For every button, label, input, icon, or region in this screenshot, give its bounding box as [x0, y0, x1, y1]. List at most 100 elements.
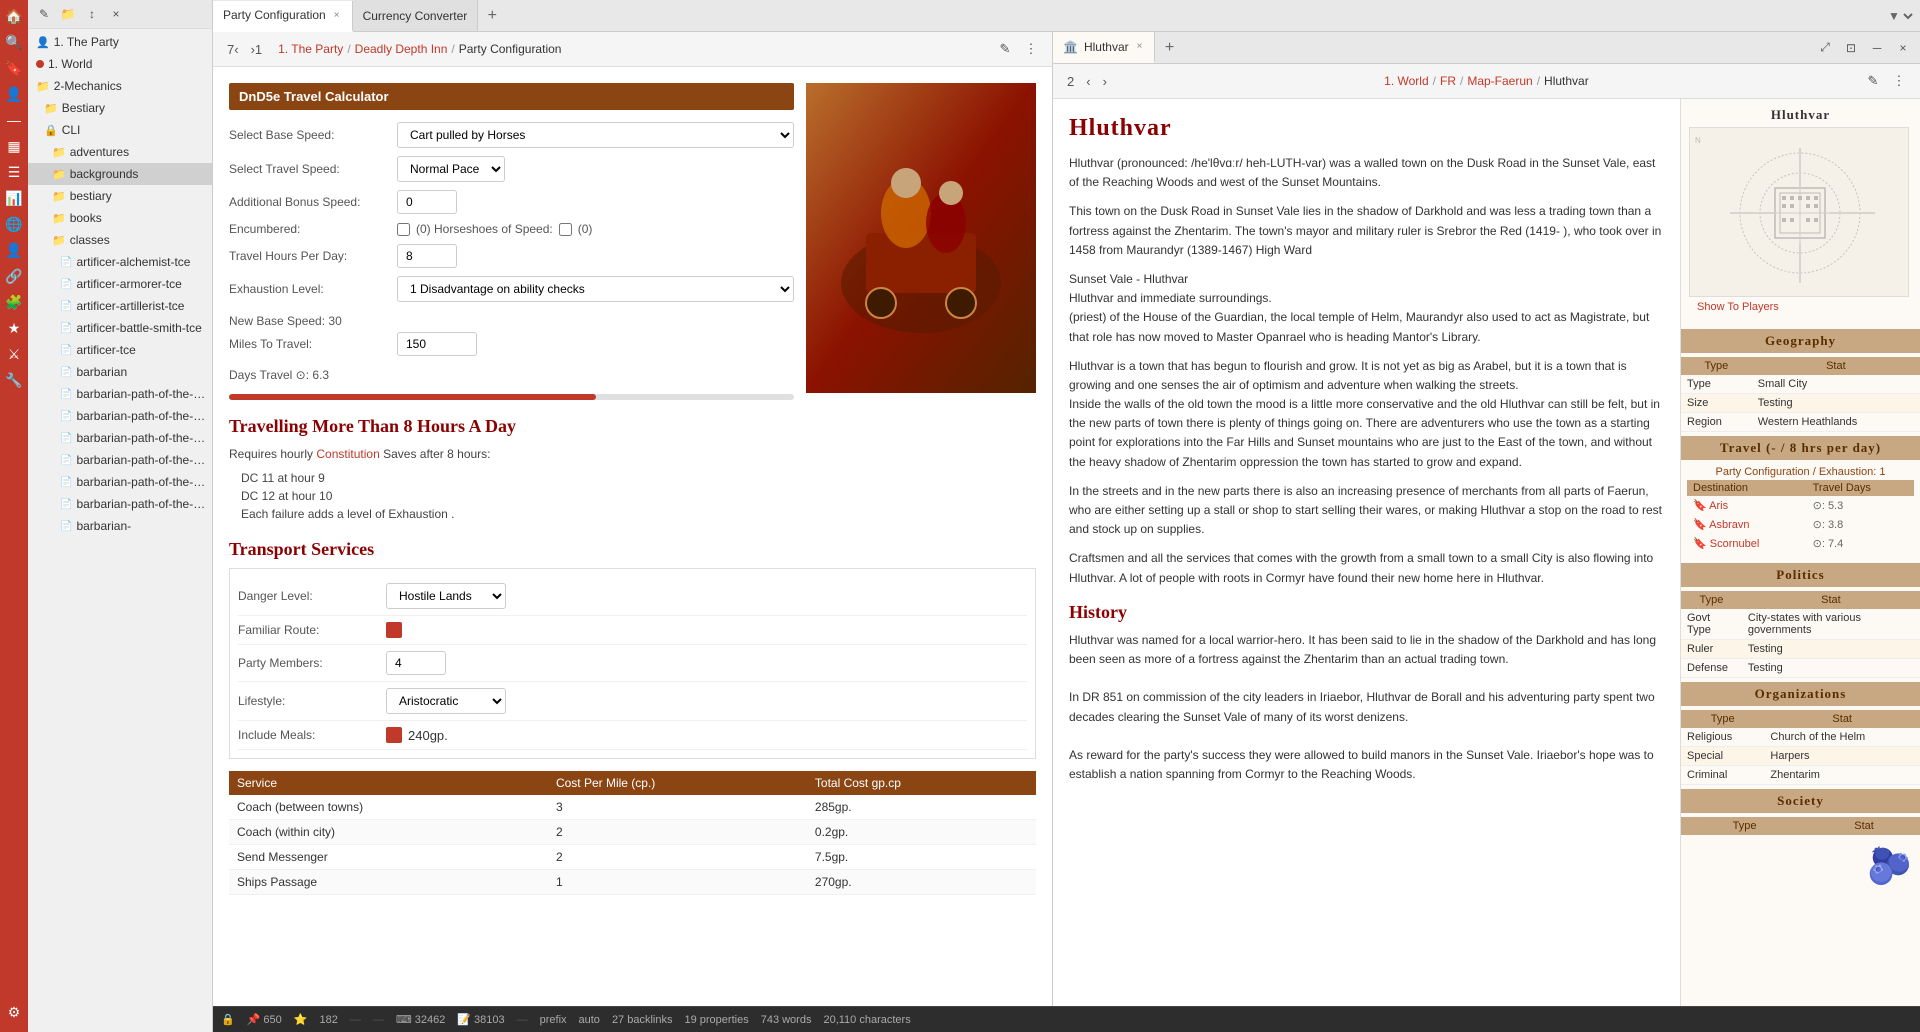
exhaustion-select[interactable]: 0 None1 Disadvantage on ability checks2 … [397, 276, 794, 302]
cost-per-mile: 1 [548, 870, 807, 895]
org-stat: Church of the Helm [1764, 728, 1920, 747]
sidebar-item-artificer-battle-smith[interactable]: 📄 artificer-battle-smith-tce [28, 317, 212, 339]
tab-add-button[interactable]: + [478, 2, 506, 30]
sidebar-item-label: bestiary [70, 189, 112, 203]
sidebar-close[interactable]: × [106, 4, 126, 24]
icon-bar-users[interactable]: 👤 [2, 82, 26, 106]
danger-level-select[interactable]: Safe LandsRisky LandsHostile Lands [386, 583, 506, 609]
include-meals-value: 240gp. [408, 728, 448, 743]
icon-bar-puzzle[interactable]: 🧩 [2, 290, 26, 314]
right-tab-add[interactable]: + [1155, 39, 1183, 57]
sidebar-item-barbarian-path-beast[interactable]: 📄 barbarian-path-of-the-beast-tce [28, 405, 212, 427]
sidebar-item-barbarian-path-storm[interactable]: 📄 barbarian-path-of-the-storm-herald-xge [28, 449, 212, 471]
sidebar-item-artificer-alchemist[interactable]: 📄 artificer-alchemist-tce [28, 251, 212, 273]
icon-bar-person[interactable]: 👤 [2, 238, 26, 262]
sidebar-item-barbarian-path-totem[interactable]: 📄 barbarian-path-of-the-totem-warrior [28, 471, 212, 493]
exhaustion-item-3: Each failure adds a level of Exhaustion … [229, 505, 1036, 523]
sidebar-new-folder[interactable]: 📁 [58, 4, 78, 24]
right-more-icon[interactable]: ⋮ [1888, 70, 1910, 92]
right-nav-forward[interactable]: › [1099, 72, 1111, 91]
breadcrumb-link-fr[interactable]: FR [1440, 74, 1456, 88]
include-meals-checkbox[interactable] [386, 727, 402, 743]
sidebar-item-artificer-tce[interactable]: 📄 artificer-tce [28, 339, 212, 361]
constitution-link[interactable]: Constitution [316, 447, 379, 461]
sidebar-item-books[interactable]: 📁 books [28, 207, 212, 229]
minimize-icon[interactable]: ─ [1866, 37, 1888, 59]
icon-bar-bookmark[interactable]: 🔖 [2, 56, 26, 80]
icon-bar-grid[interactable]: ▦ [2, 134, 26, 158]
breadcrumb-link-deadly-depth[interactable]: Deadly Depth Inn [355, 42, 448, 56]
icon-bar-world[interactable]: 🌐 [2, 212, 26, 236]
icon-bar-search[interactable]: 🔍 [2, 30, 26, 54]
sidebar-item-the-party[interactable]: 👤 1. The Party [28, 31, 212, 53]
breadcrumb-link-map-faerun[interactable]: Map-Faerun [1467, 74, 1532, 88]
sidebar-item-barbarian-path-ancestral[interactable]: 📄 barbarian-path-of-the-ancestral-guardi… [28, 383, 212, 405]
icon-bar-settings[interactable]: ⚙ [2, 1000, 26, 1024]
nav-next-btn[interactable]: › 1 [247, 40, 267, 59]
sidebar-new-file[interactable]: ✎ [34, 4, 54, 24]
sidebar-item-barbarian[interactable]: 📄 barbarian [28, 361, 212, 383]
party-members-input[interactable] [386, 651, 446, 675]
breadcrumb-link-world[interactable]: 1. World [1384, 74, 1428, 88]
tab-currency-converter[interactable]: Currency Converter [353, 0, 479, 31]
sidebar-item-adventures[interactable]: 📁 adventures [28, 141, 212, 163]
dest-time: ⊙: 3.8 [1807, 515, 1914, 534]
travel-speed-label: Select Travel Speed: [229, 162, 389, 176]
lifestyle-select[interactable]: PoorModestComfortableWealthyAristocratic [386, 688, 506, 714]
tab-close-party-config[interactable]: × [332, 9, 342, 22]
sidebar-item-mechanics[interactable]: 📁 2-Mechanics [28, 75, 212, 97]
expand-icon[interactable]: ⤢ [1814, 37, 1836, 59]
right-nav-back[interactable]: ‹ [1082, 72, 1094, 91]
familiar-route-checkbox[interactable] [386, 622, 402, 638]
sidebar-item-classes[interactable]: 📁 classes [28, 229, 212, 251]
icon-bar-graph[interactable]: 📊 [2, 186, 26, 210]
sidebar-item-bestiary[interactable]: 📁 Bestiary [28, 97, 212, 119]
travel-speed-select[interactable]: Normal PaceFast PaceSlow Pace [397, 156, 505, 182]
hours-per-day-input[interactable] [397, 244, 457, 268]
icon-bar-star[interactable]: ★ [2, 316, 26, 340]
sidebar-item-artificer-artillerist[interactable]: 📄 artificer-artillerist-tce [28, 295, 212, 317]
icon-bar-link[interactable]: 🔗 [2, 264, 26, 288]
sidebar-item-barbarian-path-berserker[interactable]: 📄 barbarian-path-of-the-berserker [28, 427, 212, 449]
right-tab-hluthvar[interactable]: 🏛️ Hluthvar × [1053, 32, 1155, 63]
sidebar-item-backgrounds[interactable]: 📁 backgrounds [28, 163, 212, 185]
icon-bar-list[interactable]: ☰ [2, 160, 26, 184]
icon-bar-wrench[interactable]: 🔧 [2, 368, 26, 392]
bonus-speed-input[interactable] [397, 190, 457, 214]
status-characters: 20,110 characters [823, 1014, 910, 1026]
more-options-icon[interactable]: ⋮ [1020, 38, 1042, 60]
sidebar-toolbar: ✎ 📁 ↕ × [28, 0, 212, 29]
sidebar-item-cli[interactable]: 🔒 CLI [28, 119, 212, 141]
tab-dropdown[interactable]: ▼ [1884, 8, 1916, 24]
sidebar-item-world[interactable]: 1. World [28, 53, 212, 75]
sidebar-content: 👤 1. The Party 1. World 📁 2-Mechanics 📁 … [28, 29, 212, 1032]
sidebar-item-bestiary2[interactable]: 📁 bestiary [28, 185, 212, 207]
left-panel-actions: ✎ ⋮ [994, 38, 1042, 60]
icon-bar-home[interactable]: 🏠 [2, 4, 26, 28]
encumbered-checkbox[interactable] [397, 223, 410, 236]
right-tab-close[interactable]: × [1135, 40, 1145, 53]
sidebar-item-barbarian-path-zealot[interactable]: 📄 barbarian-path-of-the-zealot-xge [28, 493, 212, 515]
miles-input[interactable] [397, 332, 477, 356]
sidebar-item-barbarian2[interactable]: 📄 barbarian- [28, 515, 212, 537]
base-speed-select[interactable]: Cart pulled by HorsesWalking (30ft)Walki… [397, 122, 794, 148]
icon-bar-sword[interactable]: ⚔ [2, 342, 26, 366]
progress-bar-container [229, 394, 794, 400]
nav-prev-btn[interactable]: 7 ‹ [223, 40, 243, 59]
show-to-players-btn[interactable]: Show To Players [1689, 297, 1912, 317]
breadcrumb-link-party[interactable]: 1. The Party [278, 42, 343, 56]
pencil-icon[interactable]: ✎ [994, 38, 1016, 60]
sidebar-sort[interactable]: ↕ [82, 4, 102, 24]
dot-icon [36, 60, 44, 68]
tab-party-config[interactable]: Party Configuration × [213, 1, 353, 32]
resize-icon[interactable]: ⊡ [1840, 37, 1862, 59]
status-auto: auto [579, 1014, 600, 1026]
sidebar-item-artificer-armorer[interactable]: 📄 artificer-armorer-tce [28, 273, 212, 295]
hours-per-day-row: Travel Hours Per Day: [229, 244, 794, 268]
party-members-label: Party Members: [238, 656, 378, 670]
close-window-icon[interactable]: × [1892, 37, 1914, 59]
left-panel-breadcrumb: 7 ‹ › 1 1. The Party / Deadly Depth Inn … [213, 32, 1052, 67]
horseshoes-checkbox[interactable] [559, 223, 572, 236]
right-pencil-icon[interactable]: ✎ [1862, 70, 1884, 92]
file-icon: 📄 [60, 345, 72, 356]
